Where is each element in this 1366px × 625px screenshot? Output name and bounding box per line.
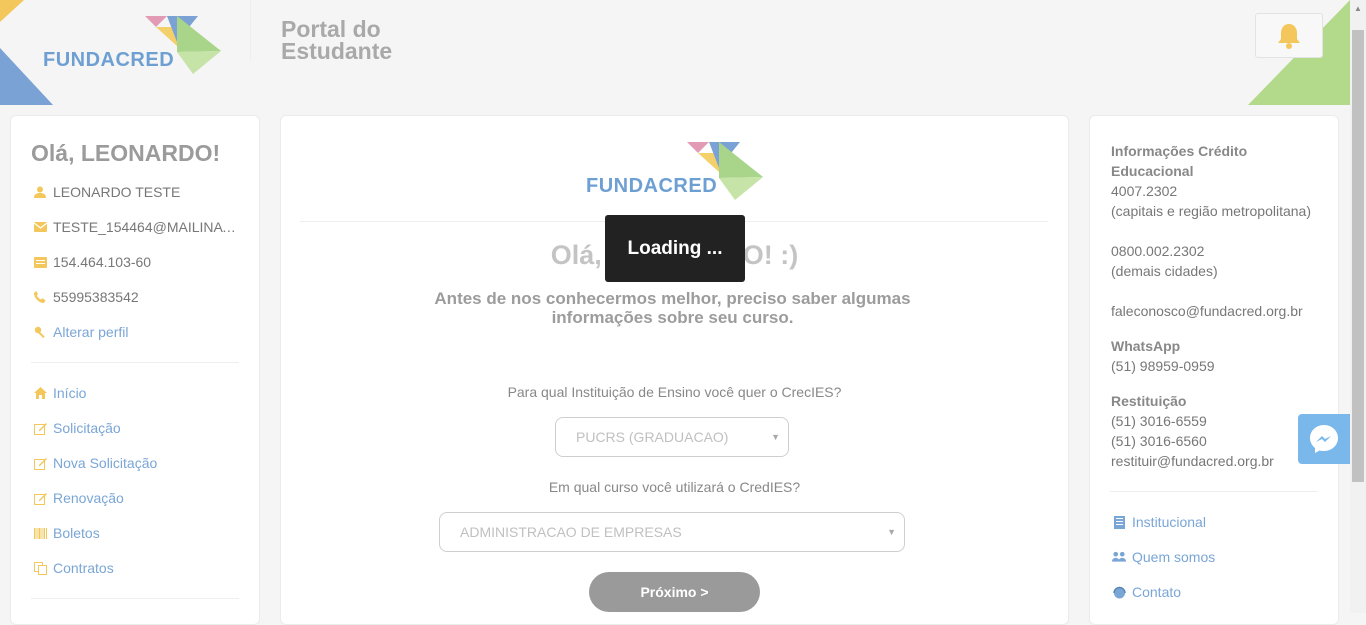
welcome-subtitle: Antes de nos conhecermos melhor, preciso… [434, 289, 911, 327]
sidebar-item-solicitacao[interactable]: Solicitação [33, 420, 121, 436]
headset-icon [1112, 585, 1126, 599]
institution-select[interactable]: PUCRS (GRADUACAO) ▼ [555, 417, 789, 457]
user-cpf: 154.464.103-60 [53, 254, 152, 270]
caret-down-icon: ▼ [887, 527, 896, 537]
building-icon [1112, 515, 1126, 529]
scrollbar-thumb[interactable] [1352, 30, 1364, 482]
sidebar-item-inicio[interactable]: Início [33, 385, 86, 401]
sidebar-divider [31, 598, 239, 599]
user-name-row: LEONARDO TESTE [33, 184, 180, 200]
user-email-row: TESTE_154464@MAILINATOR.COM [33, 219, 236, 235]
messenger-icon [1310, 425, 1338, 453]
phone-others-note: (demais cidades) [1111, 263, 1218, 279]
logo-text: FUNDACRED [586, 175, 718, 197]
logo-text: FUNDACRED [43, 49, 175, 71]
greeting-heading: Olá, LEONARDO! [31, 140, 221, 166]
user-cpf-row: 154.464.103-60 [33, 254, 151, 270]
course-question: Em qual curso você utilizará o CredIES? [548, 479, 801, 495]
sidebar-item-label: Nova Solicitação [53, 455, 158, 471]
link-label: Quem somos [1132, 549, 1216, 565]
user-phone: 55995383542 [53, 289, 139, 305]
caret-down-icon: ▼ [771, 432, 780, 442]
fundacred-logo[interactable]: FUNDACRED [43, 14, 223, 76]
phone-capital-note: (capitais e região metropolitana) [1111, 203, 1311, 219]
institution-value: PUCRS (GRADUACAO) [576, 429, 729, 445]
home-icon [33, 386, 47, 400]
contact-email: faleconosco@fundacred.org.br [1111, 303, 1303, 319]
copy-icon [33, 561, 47, 575]
edit-profile-label: Alterar perfil [53, 324, 129, 340]
link-contato[interactable]: Contato [1112, 584, 1181, 600]
user-email: TESTE_154464@MAILINATOR.COM [53, 219, 236, 235]
portal-title: Portal do Estudante [281, 16, 393, 64]
edit-icon [33, 456, 47, 470]
phone-icon [33, 290, 47, 304]
sidebar-item-label: Renovação [53, 490, 124, 506]
notifications-button[interactable] [1255, 13, 1323, 58]
fundacred-logo-center: FUNDACRED [585, 140, 765, 202]
link-institucional[interactable]: Institucional [1112, 514, 1206, 530]
bell-icon [1278, 23, 1300, 49]
next-button[interactable]: Próximo > [589, 572, 760, 612]
sidebar-item-renovacao[interactable]: Renovação [33, 490, 124, 506]
envelope-icon [33, 220, 47, 234]
sidebar-item-nova-solicitacao[interactable]: Nova Solicitação [33, 455, 157, 471]
header: FUNDACRED Portal do Estudante [0, 0, 1350, 105]
users-icon [1112, 550, 1126, 564]
user-name: LEONARDO TESTE [53, 184, 181, 200]
credit-info-title: Informações Crédito Educacional [1111, 143, 1248, 179]
link-label: Institucional [1132, 514, 1206, 530]
phone-capital: 4007.2302 [1111, 183, 1178, 199]
sidebar-item-label: Solicitação [53, 420, 121, 436]
link-quem-somos[interactable]: Quem somos [1112, 549, 1215, 565]
restitution-phone-2: (51) 3016-6560 [1111, 433, 1207, 449]
key-icon [33, 325, 47, 339]
contact-divider [1110, 491, 1318, 492]
sidebar-item-label: Boletos [53, 525, 100, 541]
course-select[interactable]: ADMINISTRACAO DE EMPRESAS ▼ [439, 512, 905, 552]
sidebar-item-label: Contratos [53, 560, 114, 576]
sidebar-item-boletos[interactable]: Boletos [33, 525, 100, 541]
edit-icon [33, 491, 47, 505]
restitution-email: restituir@fundacred.org.br [1111, 453, 1274, 469]
sidebar-divider [31, 362, 239, 363]
scroll-up-arrow[interactable]: ▲ [1350, 0, 1366, 16]
user-phone-row: 55995383542 [33, 289, 139, 305]
restitution-phone-1: (51) 3016-6559 [1111, 413, 1207, 429]
whatsapp-title: WhatsApp [1111, 338, 1181, 354]
loading-overlay: Loading ... [605, 215, 745, 282]
edit-icon [33, 421, 47, 435]
institution-question: Para qual Instituição de Ensino você que… [507, 384, 842, 400]
header-divider [250, 0, 251, 62]
restitution-title: Restituição [1111, 393, 1187, 409]
phone-others: 0800.002.2302 [1111, 243, 1205, 259]
link-label: Contato [1132, 584, 1182, 600]
course-value: ADMINISTRACAO DE EMPRESAS [460, 524, 682, 540]
messenger-chat-button[interactable] [1298, 414, 1350, 464]
sidebar-item-label: Início [53, 385, 87, 401]
barcode-icon [33, 526, 47, 540]
user-icon [33, 185, 47, 199]
edit-profile-link[interactable]: Alterar perfil [33, 324, 128, 340]
whatsapp-number: (51) 98959-0959 [1111, 358, 1215, 374]
id-card-icon [33, 255, 47, 269]
sidebar-item-contratos[interactable]: Contratos [33, 560, 114, 576]
